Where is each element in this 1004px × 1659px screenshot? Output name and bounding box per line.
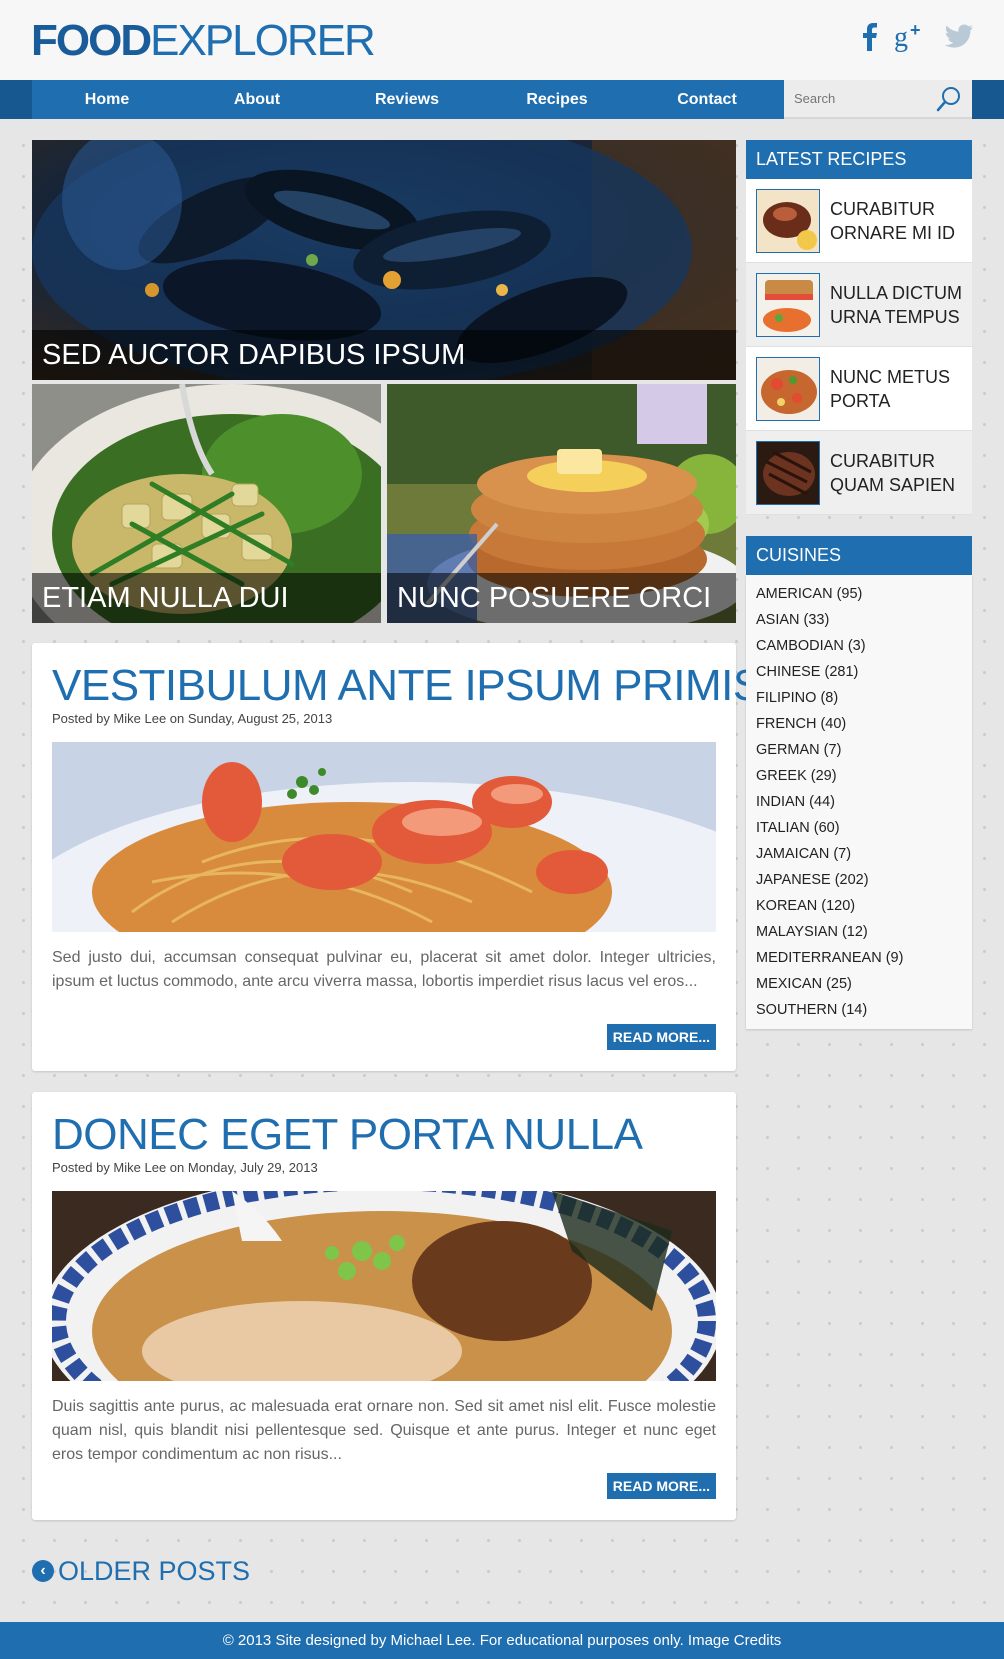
svg-text:g: g [894,22,908,52]
chevron-left-icon: ‹ [32,1560,54,1582]
post-meta: Posted by Mike Lee on Monday, July 29, 2… [52,1160,318,1175]
post-excerpt: Sed justo dui, accumsan consequat pulvin… [52,949,716,990]
post-excerpt: Duis sagittis ante purus, ac malesuada e… [52,1398,716,1463]
nav-item-contact[interactable]: Contact [632,80,782,119]
blog-post: VESTIBULUM ANTE IPSUM PRIMIS Posted by M… [32,643,762,1071]
googleplus-icon[interactable]: g + [894,22,928,52]
post-image[interactable] [52,742,716,932]
cuisines-widget: CUISINES AMERICAN (95) ASIAN (33) CAMBOD… [746,536,972,1029]
nav-item-about[interactable]: About [182,80,332,119]
cuisine-link[interactable]: AMERICAN (95) [756,581,962,607]
cuisine-link[interactable]: MEDITERRANEAN (9) [756,945,962,971]
nav-edge-right [972,80,1004,119]
cuisine-link[interactable]: JAPANESE (202) [756,867,962,893]
cuisine-link[interactable]: CAMBODIAN (3) [756,633,962,659]
featured-main[interactable]: SED AUCTOR DAPIBUS IPSUM [32,140,736,380]
featured-right-caption[interactable]: NUNC POSUERE ORCI [387,573,736,623]
nav-item-reviews[interactable]: Reviews [332,80,482,119]
cuisines-heading: CUISINES [746,536,972,575]
cuisine-link[interactable]: ITALIAN (60) [756,815,962,841]
older-posts-link[interactable]: ‹ OLDER POSTS [32,1554,250,1588]
cuisine-link[interactable]: CHINESE (281) [756,659,962,685]
cuisine-link[interactable]: FILIPINO (8) [756,685,962,711]
featured-left[interactable]: ETIAM NULLA DUI [32,384,381,623]
read-more-button[interactable]: READ MORE... [606,1024,716,1050]
svg-text:+: + [910,22,921,40]
recipe-item[interactable]: CURABITUR ORNARE MI ID [746,179,972,263]
grilled-meat-thumb [757,442,819,504]
recipe-item[interactable]: CURABITUR QUAM SAPIEN [746,431,972,515]
recipe-title[interactable]: CURABITUR ORNARE MI ID [830,197,970,245]
cuisine-link[interactable]: GREEK (29) [756,763,962,789]
cuisine-link[interactable]: INDIAN (44) [756,789,962,815]
post-title[interactable]: DONEC EGET PORTA NULLA [52,1110,643,1160]
stirfry-thumb [757,358,819,420]
read-more-button[interactable]: READ MORE... [606,1473,716,1499]
cuisine-link[interactable]: MALAYSIAN (12) [756,919,962,945]
recipe-list: CURABITUR ORNARE MI ID NULLA DICTUM URNA… [746,179,972,515]
recipe-title[interactable]: NULLA DICTUM URNA TEMPUS [830,281,970,329]
cuisine-link[interactable]: KOREAN (120) [756,893,962,919]
sandwich-thumb [757,274,819,336]
latest-recipes-widget: LATEST RECIPES CURABITUR ORNARE MI ID NU… [746,140,972,515]
recipe-thumbnail[interactable] [756,441,820,505]
social-links: g + [862,22,974,52]
post-title[interactable]: VESTIBULUM ANTE IPSUM PRIMIS [52,661,762,711]
cuisine-link[interactable]: JAMAICAN (7) [756,841,962,867]
latest-recipes-heading: LATEST RECIPES [746,140,972,179]
cuisine-list: AMERICAN (95) ASIAN (33) CAMBODIAN (3) C… [746,575,972,1029]
featured-right[interactable]: NUNC POSUERE ORCI [387,384,736,623]
search-icon[interactable] [936,86,962,112]
search-box [784,80,972,119]
site-header: FOODEXPLORER g + [0,0,1004,80]
cuisine-link[interactable]: SOUTHERN (14) [756,997,962,1023]
cuisine-link[interactable]: FRENCH (40) [756,711,962,737]
nav-item-home[interactable]: Home [32,80,182,119]
search-input[interactable] [784,80,924,117]
steak-thumb [757,190,819,252]
post-meta: Posted by Mike Lee on Sunday, August 25,… [52,711,333,726]
featured-left-caption[interactable]: ETIAM NULLA DUI [32,573,381,623]
twitter-icon[interactable] [944,24,974,50]
recipe-title[interactable]: CURABITUR QUAM SAPIEN [830,449,970,497]
cuisine-link[interactable]: ASIAN (33) [756,607,962,633]
cuisine-link[interactable]: MEXICAN (25) [756,971,962,997]
recipe-item[interactable]: NUNC METUS PORTA [746,347,972,431]
facebook-icon[interactable] [862,23,878,51]
recipe-title[interactable]: NUNC METUS PORTA [830,365,970,413]
cuisine-link[interactable]: GERMAN (7) [756,737,962,763]
ramen-photo [52,1191,716,1381]
site-footer: © 2013 Site designed by Michael Lee. For… [0,1622,1004,1659]
recipe-item[interactable]: NULLA DICTUM URNA TEMPUS [746,263,972,347]
nav-edge-left [0,80,32,119]
site-logo[interactable]: FOODEXPLORER [31,16,376,66]
older-posts-label: OLDER POSTS [58,1556,251,1586]
recipe-thumbnail[interactable] [756,357,820,421]
shrimp-pasta-photo [52,742,716,932]
recipe-thumbnail[interactable] [756,189,820,253]
featured-main-caption[interactable]: SED AUCTOR DAPIBUS IPSUM [32,330,736,380]
nav-item-recipes[interactable]: Recipes [482,80,632,119]
blog-post: DONEC EGET PORTA NULLA Posted by Mike Le… [32,1092,736,1520]
post-image[interactable] [52,1191,716,1381]
recipe-thumbnail[interactable] [756,273,820,337]
